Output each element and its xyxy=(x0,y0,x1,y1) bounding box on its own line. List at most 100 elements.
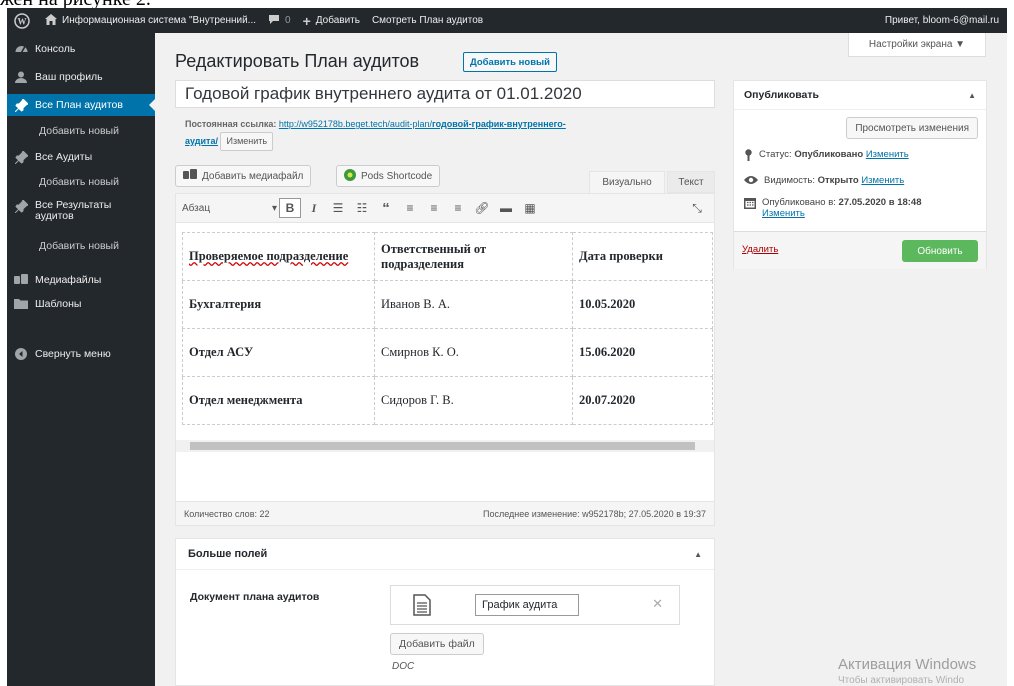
sidebar-item-all-audits[interactable]: Все Аудиты xyxy=(7,151,155,164)
collapse-menu-button[interactable]: Свернуть меню xyxy=(7,348,155,360)
bullet-list-icon[interactable]: ☰ xyxy=(327,198,349,218)
doc-field-label: Документ плана аудитов xyxy=(190,591,320,603)
visibility-edit-link[interactable]: Изменить xyxy=(861,175,904,186)
sidebar-item-label: Все Аудиты xyxy=(35,151,93,163)
table-cell[interactable]: Смирнов К. О. xyxy=(374,328,573,377)
table-header-row: Проверяемое подразделение Ответственный … xyxy=(182,232,713,281)
more-fields-header[interactable]: Больше полей ▲ xyxy=(176,539,714,570)
publish-title: Опубликовать xyxy=(744,89,819,101)
sidebar-item-all-audit-plans[interactable]: Все План аудитов xyxy=(7,94,155,116)
table-row: Бухгалтерия Иванов В. А. 10.05.2020 xyxy=(182,280,713,329)
caret-up-icon[interactable]: ▲ xyxy=(968,91,976,100)
permalink-slug: годовой-график-внутреннего- xyxy=(431,119,566,129)
admin-sidebar: Консоль Ваш профиль Все План аудитов Доб… xyxy=(7,33,155,686)
sidebar-item-dashboard[interactable]: Консоль xyxy=(7,43,155,55)
tab-text[interactable]: Текст xyxy=(667,171,715,193)
site-name-link[interactable]: Информационная система "Внутренний... xyxy=(45,13,256,28)
visibility-value: Открыто xyxy=(817,175,859,186)
table-cell[interactable]: Отдел АСУ xyxy=(182,328,375,377)
greeting[interactable]: Привет, bloom-6@mail.ru xyxy=(885,15,999,26)
tab-visual[interactable]: Визуально xyxy=(589,171,665,193)
toolbar-toggle-icon[interactable]: ▦ xyxy=(519,198,541,218)
add-media-button[interactable]: Добавить медиафайл xyxy=(175,165,312,187)
table-header-cell[interactable]: Ответственный от подразделения xyxy=(374,232,573,281)
format-value: Абзац xyxy=(182,202,211,214)
align-center-icon[interactable]: ≡ xyxy=(423,198,445,218)
pin-icon xyxy=(7,200,35,213)
align-left-icon[interactable]: ≡ xyxy=(399,198,421,218)
table-cell[interactable]: 20.07.2020 xyxy=(572,376,713,425)
status-label: Статус: xyxy=(759,149,792,160)
sidebar-subitem-add-plan[interactable]: Добавить новый xyxy=(7,125,155,137)
sidebar-item-label: Свернуть меню xyxy=(35,348,111,360)
table-header-cell[interactable]: Дата проверки xyxy=(572,232,713,281)
fullscreen-icon[interactable]: ⤡ xyxy=(686,198,708,218)
published-edit-link[interactable]: Изменить xyxy=(762,208,805,219)
editor-statusbar: Количество слов: 22 Последнее изменение:… xyxy=(176,501,714,525)
eye-icon xyxy=(744,175,758,188)
user-icon xyxy=(7,71,35,83)
link-icon[interactable]: 🔗︎ xyxy=(471,198,493,218)
sidebar-item-profile[interactable]: Ваш профиль xyxy=(7,71,155,83)
read-more-icon[interactable]: ▬ xyxy=(495,198,517,218)
italic-button[interactable]: I xyxy=(303,198,325,218)
pin-icon xyxy=(7,98,35,112)
format-select[interactable]: Абзац ▾ xyxy=(182,203,277,214)
table-cell[interactable]: 10.05.2020 xyxy=(572,280,713,329)
caret-up-icon[interactable]: ▲ xyxy=(694,550,702,559)
key-icon xyxy=(744,149,753,164)
media-icon xyxy=(7,274,35,286)
more-fields-title: Больше полей xyxy=(188,548,268,560)
wordpress-logo-icon[interactable]: W xyxy=(11,10,33,32)
publish-header[interactable]: Опубликовать ▲ xyxy=(734,81,986,110)
add-new-link[interactable]: + Добавить xyxy=(303,13,360,29)
remove-file-icon[interactable]: ✕ xyxy=(652,596,663,612)
table-cell[interactable]: Иванов В. А. xyxy=(374,280,573,329)
permalink-edit-button[interactable]: Изменить xyxy=(220,132,274,151)
sidebar-item-templates[interactable]: Шаблоны xyxy=(7,298,155,310)
last-edit: Последнее изменение: w952178b; 27.05.202… xyxy=(483,508,706,519)
calendar-icon xyxy=(744,197,756,212)
delete-link[interactable]: Удалить xyxy=(742,244,778,255)
sidebar-subitem-add-audit[interactable]: Добавить новый xyxy=(7,176,155,188)
update-button[interactable]: Обновить xyxy=(902,240,978,262)
sidebar-item-audit-results[interactable]: Все Результаты аудитов xyxy=(7,200,155,222)
permalink-link-end[interactable]: аудита/ xyxy=(185,136,218,146)
screen-options-button[interactable]: Настройки экрана ▼ xyxy=(848,33,986,57)
content-editor[interactable]: Абзац ▾ B I ☰ ☷ “ ≡ ≡ ≡ 🔗︎ ▬ ▦ ⤡ Проверя… xyxy=(175,193,715,526)
table-cell[interactable]: Сидоров Г. В. xyxy=(374,376,573,425)
sidebar-item-label: Медиафайлы xyxy=(35,274,102,286)
table-cell[interactable]: Отдел менеджмента xyxy=(182,376,375,425)
admin-bar: W Информационная система "Внутренний... … xyxy=(7,8,1007,33)
sidebar-item-media[interactable]: Медиафайлы xyxy=(7,274,155,286)
table-cell[interactable]: Бухгалтерия xyxy=(182,280,375,329)
numbered-list-icon[interactable]: ☷ xyxy=(351,198,373,218)
view-plan-link[interactable]: Смотреть План аудитов xyxy=(372,15,483,26)
sidebar-subitem-add-result[interactable]: Добавить новый xyxy=(7,240,155,252)
windows-activation-title: Активация Windows xyxy=(838,656,977,673)
status-edit-link[interactable]: Изменить xyxy=(866,149,909,160)
bold-button[interactable]: B xyxy=(279,198,301,218)
align-right-icon[interactable]: ≡ xyxy=(447,198,469,218)
table-header-cell[interactable]: Проверяемое подразделение xyxy=(182,232,375,281)
file-item: График аудита ✕ xyxy=(390,585,680,625)
add-file-button[interactable]: Добавить файл xyxy=(390,633,484,655)
add-new-button[interactable]: Добавить новый xyxy=(463,52,557,72)
horizontal-scrollbar[interactable] xyxy=(176,440,714,452)
media-icon xyxy=(183,169,197,183)
main-content: Настройки экрана ▼ Редактировать План ау… xyxy=(155,33,1007,686)
preview-changes-button[interactable]: Просмотреть изменения xyxy=(846,117,978,139)
scrollbar-thumb[interactable] xyxy=(190,442,695,450)
table-cell[interactable]: 15.06.2020 xyxy=(572,328,713,377)
add-new-label: Добавить xyxy=(315,15,360,26)
file-name-input[interactable]: График аудита xyxy=(475,594,579,616)
permalink-row: Постоянная ссылка: http://w952178b.beget… xyxy=(185,117,705,151)
pods-shortcode-button[interactable]: Pods Shortcode xyxy=(336,165,441,187)
permalink-link[interactable]: http://w952178b.beget.tech/audit-plan/го… xyxy=(279,119,566,129)
published-value: 27.05.2020 в 18:48 xyxy=(838,197,922,208)
status-row: Статус: Опубликовано Изменить xyxy=(744,149,909,164)
published-label: Опубликовано в: xyxy=(762,197,836,208)
blockquote-icon[interactable]: “ xyxy=(375,198,397,218)
post-title-input[interactable]: Годовой график внутреннего аудита от 01.… xyxy=(175,80,715,108)
comments-link[interactable]: 0 xyxy=(268,14,291,28)
